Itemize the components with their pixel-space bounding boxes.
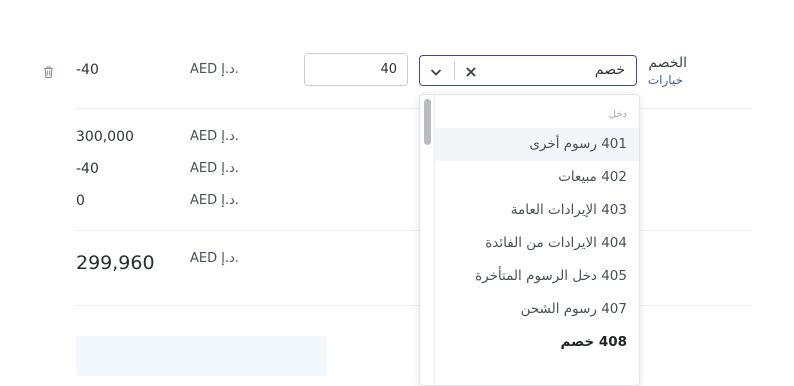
account-dropdown[interactable]: دخل 401 رسوم أخرى 402 مبيعات 403 الإيراد… [419,94,640,386]
summary-amount-2: -40 [76,161,99,177]
dropdown-option[interactable]: 404 الايرادات من الفائدة [435,227,639,260]
select-value: خصم [594,62,625,78]
summary-amount-1: 300,000 [76,129,134,145]
dropdown-option[interactable]: 401 رسوم أخرى [435,128,639,161]
dropdown-option-selected[interactable]: 408 خصم [435,326,639,359]
dropdown-group-label: دخل [608,109,627,120]
dropdown-option[interactable]: 407 رسوم الشحن [435,293,639,326]
line-currency: AED د.إ. [190,62,239,77]
field-label: الخصم [648,55,687,71]
row-divider [76,108,752,109]
summary-amount-3: 0 [76,193,85,209]
quantity-input[interactable] [304,53,408,86]
select-separator [454,62,455,80]
dropdown-scrollbar[interactable] [420,95,435,385]
dropdown-scroll-thumb[interactable] [424,99,431,145]
clear-icon[interactable] [464,64,478,78]
total-divider [76,305,752,306]
dropdown-option[interactable]: 405 دخل الرسوم المتأخرة [435,260,639,293]
account-select[interactable]: خصم [419,55,637,86]
summary-divider [76,230,752,231]
options-link[interactable]: خيارات [648,73,683,87]
dropdown-option[interactable]: 402 مبيعات [435,161,639,194]
summary-currency-3: AED د.إ. [190,193,239,208]
summary-currency-1: AED د.إ. [190,129,239,144]
line-amount: -40 [76,62,99,78]
summary-currency-2: AED د.إ. [190,161,239,176]
total-amount: 299,960 [76,252,155,274]
notes-panel [76,336,326,376]
dropdown-option[interactable]: 403 الإيرادات العامة [435,194,639,227]
total-currency: AED د.إ. [190,251,239,266]
chevron-down-icon[interactable] [429,64,443,78]
trash-icon[interactable] [42,64,55,79]
